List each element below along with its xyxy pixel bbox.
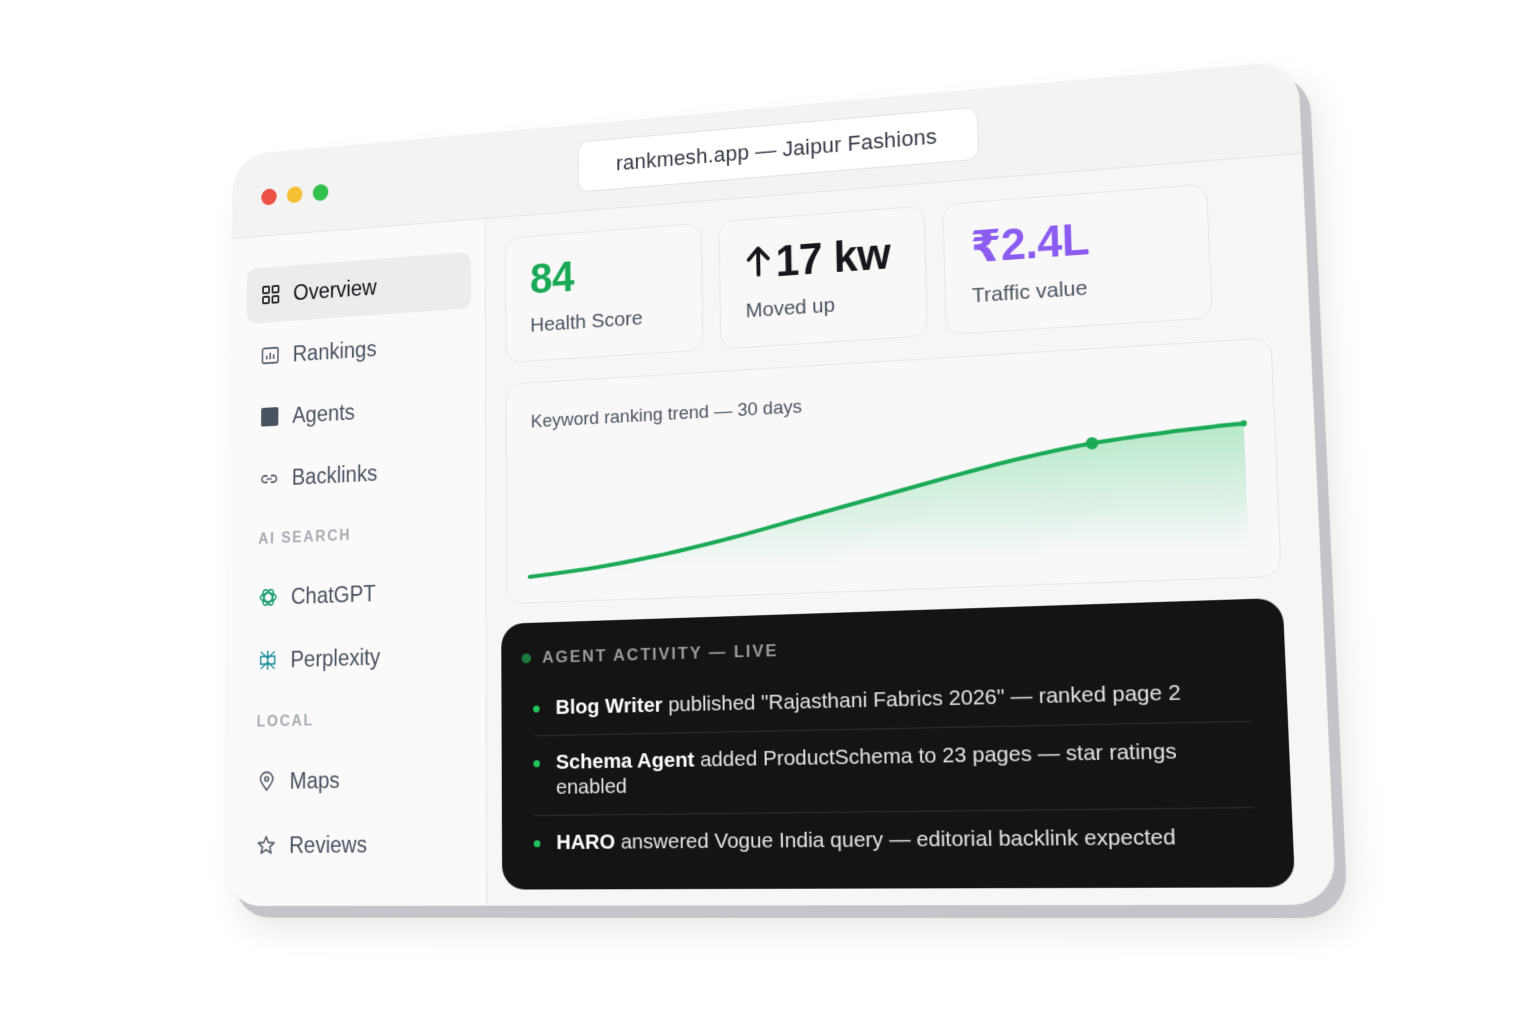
main-content: 84 Health Score 17 kw Moved up ₹2.4L Tra… [485,154,1336,906]
sidebar-item-reviews[interactable]: Reviews [241,814,472,875]
sidebar-item-label: Reviews [289,831,368,858]
activity-item: HARO answered Vogue India query — editor… [534,808,1257,870]
sidebar-item-maps[interactable]: Maps [242,748,472,810]
keywords-moved-label: Moved up [745,293,836,323]
app-window: rankmesh.app — Jaipur Fashions Overview [225,60,1337,906]
activity-agent-name: Blog Writer [555,693,669,720]
traffic-value-amount: ₹2.4L [969,214,1090,273]
maximize-window-button[interactable] [312,183,329,202]
health-score-value: 84 [529,253,575,304]
keywords-moved-card: 17 kw Moved up [718,205,928,350]
activity-item: Schema Agent added ProductSchema to 23 p… [533,721,1255,816]
sidebar-item-label: Perplexity [290,643,381,672]
activity-agent-name: HARO [556,830,621,854]
bar-chart-icon [260,344,281,368]
grid-icon [260,283,281,307]
keywords-moved-number: 17 kw [775,229,891,287]
chart-plot [525,412,1260,596]
keywords-moved-value: 17 kw [745,229,900,287]
sidebar-item-label: Backlinks [291,460,378,490]
window-frame: rankmesh.app — Jaipur Fashions Overview [225,60,1337,906]
chatgpt-icon [258,586,279,610]
perplexity-icon [257,648,278,672]
agent-activity-panel: AGENT ACTIVITY — LIVE Blog Writer publis… [501,597,1296,890]
arrow-up-icon [745,242,773,287]
activity-text: published "Rajasthani Fabrics 2026" — ra… [668,680,1182,717]
sidebar-item-chatgpt[interactable]: ChatGPT [244,561,472,627]
chart-area-fill [529,423,1249,577]
sidebar-item-rankings[interactable]: Rankings [246,314,471,385]
sidebar-item-label: Agents [292,399,355,428]
traffic-value-card: ₹2.4L Traffic value [942,183,1213,336]
live-indicator-icon [521,653,532,664]
sidebar-item-perplexity[interactable]: Perplexity [243,625,472,690]
sidebar-item-backlinks[interactable]: Backlinks [245,439,472,507]
chart-title: Keyword ranking trend — 30 days [530,396,803,433]
sidebar-item-agents[interactable]: Agents [245,376,471,446]
sidebar-item-label: Rankings [292,335,377,366]
activity-header: AGENT ACTIVITY — LIVE [521,627,1248,669]
close-window-button[interactable] [261,188,277,206]
sidebar-item-overview[interactable]: Overview [246,251,472,324]
address-bar[interactable]: rankmesh.app — Jaipur Fashions [577,106,980,193]
activity-header-label: AGENT ACTIVITY — LIVE [542,640,779,667]
sidebar-item-label: Overview [293,274,377,305]
minimize-window-button[interactable] [286,185,303,204]
star-icon [255,834,276,858]
activity-agent-name: Schema Agent [555,747,701,774]
health-score-label: Health Score [530,306,643,337]
link-icon [259,467,280,491]
activity-text: answered Vogue India query — editorial b… [620,824,1177,854]
traffic-value-label: Traffic value [971,276,1088,308]
section-label-local: LOCAL [256,712,315,731]
square-icon [259,405,280,429]
section-label-ai-search: AI SEARCH [258,527,352,548]
map-pin-icon [256,770,277,794]
ranking-trend-chart: Keyword ranking trend — 30 days [505,337,1282,605]
sidebar-item-label: Maps [289,767,340,794]
health-score-card: 84 Health Score [505,222,704,363]
sidebar: Overview Rankings Agents Backlinks AI SE… [225,218,488,906]
sidebar-item-label: ChatGPT [290,580,376,609]
